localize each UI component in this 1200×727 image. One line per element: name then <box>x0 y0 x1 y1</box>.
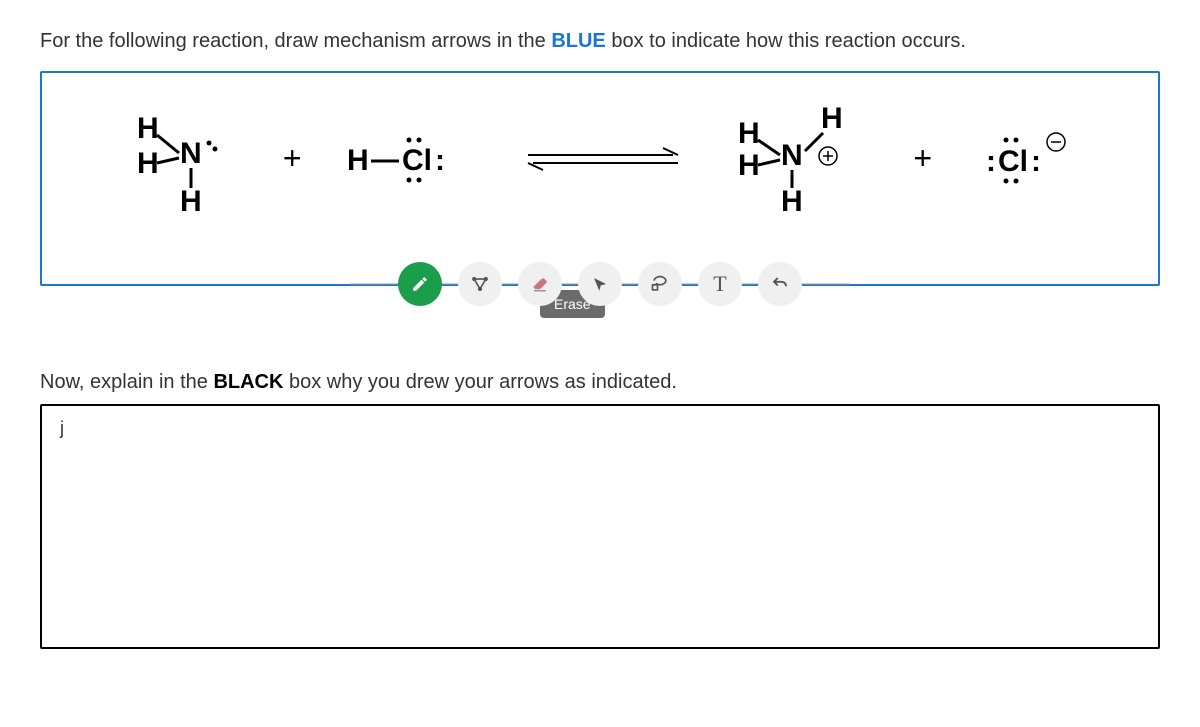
prompt-line-2: Now, explain in the BLACK box why you dr… <box>40 371 1160 394</box>
drawing-toolbar: T <box>390 262 810 306</box>
structure-icon <box>470 274 490 294</box>
reactant-hcl: H Cl : <box>347 128 477 188</box>
eraser-icon <box>531 275 549 293</box>
prompt-line-1: For the following reaction, draw mechani… <box>40 30 1160 53</box>
svg-text:N: N <box>781 139 803 172</box>
blue-word: BLUE <box>551 30 605 52</box>
text-tool-label: T <box>713 271 726 297</box>
lasso-icon <box>650 274 670 294</box>
svg-text:H: H <box>738 149 760 182</box>
text-tool-button[interactable]: T <box>698 262 742 306</box>
equilibrium-arrow <box>523 143 683 173</box>
product-chloride: : Cl : <box>978 126 1073 191</box>
prompt-text-2: box to indicate how this reaction occurs… <box>606 30 966 52</box>
plus-sign-1: + <box>283 140 302 177</box>
reactant-amine: H H N H <box>127 103 237 213</box>
svg-text:H: H <box>137 147 159 180</box>
plus-sign-2: + <box>913 140 932 177</box>
svg-text:H: H <box>347 144 369 177</box>
lasso-tool-button[interactable] <box>638 262 682 306</box>
prompt2-text-2: box why you drew your arrows as indicate… <box>283 371 677 393</box>
prompt2-text-1: Now, explain in the <box>40 371 213 393</box>
blue-drawing-box[interactable]: H H N H + H Cl : <box>40 71 1160 286</box>
prompt-text-1: For the following reaction, draw mechani… <box>40 30 551 52</box>
svg-text:H: H <box>781 185 803 213</box>
svg-text::: : <box>435 144 445 177</box>
reaction-row: H H N H + H Cl : <box>42 73 1158 243</box>
arrow-tool-button[interactable] <box>578 262 622 306</box>
undo-icon <box>771 275 789 293</box>
product-ammonium: H H N H H <box>728 103 868 213</box>
svg-text:Cl: Cl <box>998 145 1028 178</box>
svg-text:H: H <box>137 112 159 145</box>
svg-text::: : <box>1031 145 1041 178</box>
pen-icon <box>411 275 429 293</box>
svg-text::: : <box>986 145 996 178</box>
erase-tool-button[interactable] <box>518 262 562 306</box>
undo-tool-button[interactable] <box>758 262 802 306</box>
svg-text:Cl: Cl <box>402 144 432 177</box>
svg-text:H: H <box>180 185 202 213</box>
black-box-text: j <box>60 418 64 438</box>
svg-text:H: H <box>738 117 760 150</box>
svg-text:H: H <box>821 103 843 135</box>
pen-tool-button[interactable] <box>398 262 442 306</box>
black-explanation-box[interactable]: j <box>40 404 1160 649</box>
structure-tool-button[interactable] <box>458 262 502 306</box>
svg-text:N: N <box>180 137 202 170</box>
black-word: BLACK <box>213 371 283 393</box>
cursor-icon <box>591 275 609 293</box>
